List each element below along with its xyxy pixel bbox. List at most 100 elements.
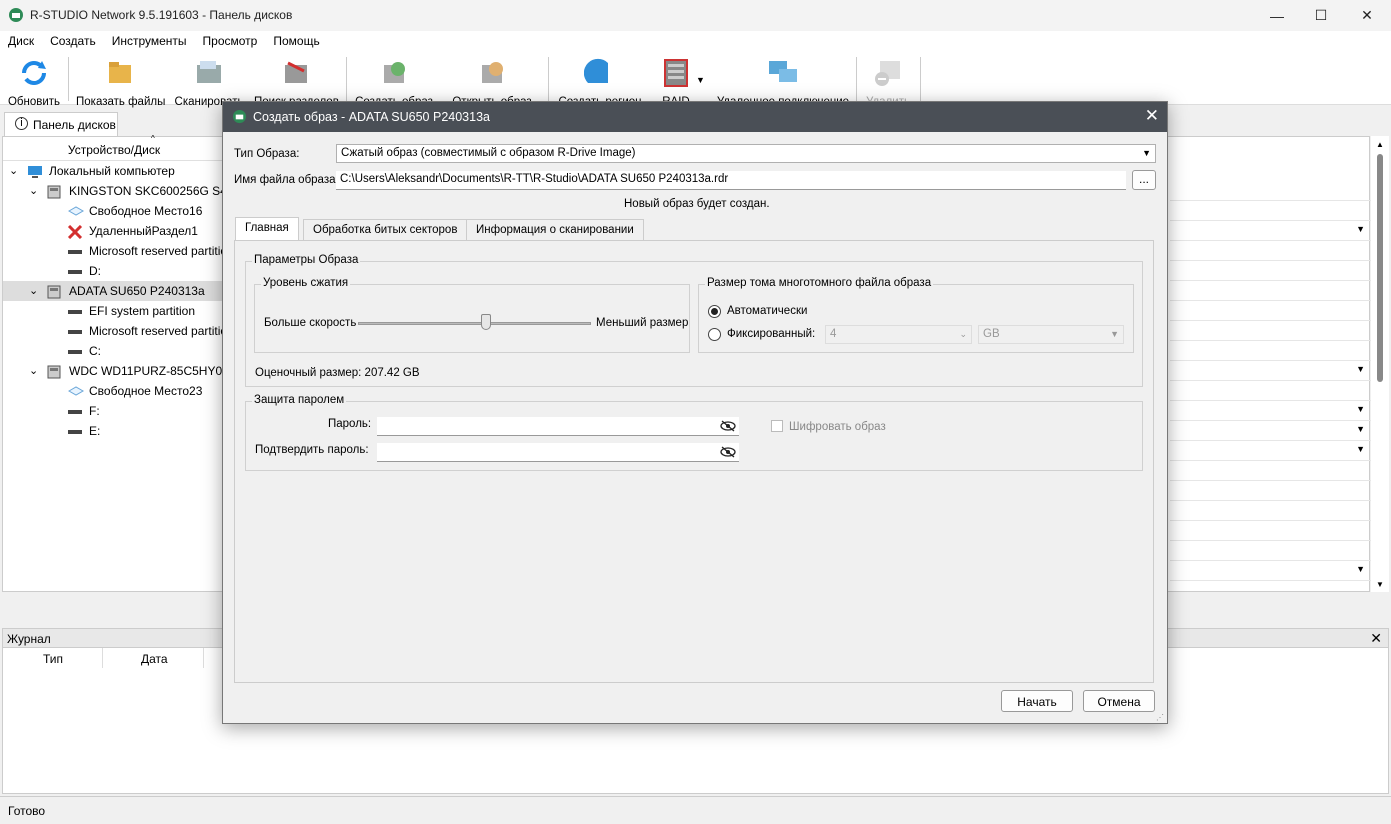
- menu-view[interactable]: Просмотр: [195, 31, 266, 53]
- column-header-device[interactable]: Устройство/Диск ^: [3, 134, 225, 161]
- open-image-button[interactable]: Открыть образ: [450, 57, 534, 108]
- tab-bad-sectors[interactable]: Обработка битых секторов: [303, 219, 468, 241]
- menu-create[interactable]: Создать: [42, 31, 104, 53]
- expand-chevron-icon[interactable]: ⌄: [9, 164, 18, 177]
- refresh-button[interactable]: Обновить: [6, 57, 62, 108]
- dialog-app-icon: [232, 109, 247, 124]
- toolbar-separator: [856, 57, 857, 101]
- dropdown-arrow-icon[interactable]: ▼: [1356, 424, 1365, 434]
- tree-item[interactable]: D:: [3, 261, 225, 281]
- confirm-password-input[interactable]: [377, 443, 739, 462]
- eye-hidden-icon[interactable]: [720, 420, 736, 432]
- grid-row: [1170, 281, 1371, 301]
- tree-item[interactable]: Свободное Место16: [3, 201, 225, 221]
- dropdown-arrow-icon[interactable]: ▼: [1356, 364, 1365, 374]
- start-button[interactable]: Начать: [1001, 690, 1073, 712]
- tree-item[interactable]: Свободное Место23: [3, 381, 225, 401]
- tree-item-label: Microsoft reserved partition: [89, 244, 225, 258]
- encrypt-checkbox[interactable]: [771, 420, 783, 432]
- tree-item-label: ADATA SU650 P240313a: [69, 284, 205, 298]
- delete-button[interactable]: Удалить: [862, 57, 914, 108]
- fixed-radio[interactable]: [708, 328, 721, 341]
- grid-row: [1170, 301, 1371, 321]
- tree-scrollbar[interactable]: ▲ ▼: [1371, 136, 1389, 592]
- raid-button[interactable]: RAID: [656, 57, 696, 108]
- toolbar-separator: [68, 57, 69, 101]
- volume-size-group: Размер тома многотомного файла образа Ав…: [698, 277, 1134, 353]
- compression-slider-thumb[interactable]: [481, 314, 492, 330]
- dropdown-arrow-icon[interactable]: ▼: [1356, 444, 1365, 454]
- expand-chevron-icon[interactable]: ⌄: [29, 184, 38, 197]
- fixed-size-input[interactable]: 4 ⌄: [825, 325, 972, 344]
- find-partitions-icon: [285, 61, 307, 83]
- partition-icon: [67, 405, 83, 419]
- tree-item[interactable]: E:: [3, 421, 225, 441]
- partition-icon: [67, 425, 83, 439]
- remote-connection-button[interactable]: Удаленное подключение: [716, 57, 850, 108]
- toolbar-separator: [346, 57, 347, 101]
- partition-icon: [67, 265, 83, 279]
- tree-item[interactable]: ⌄ KINGSTON SKC600256G S4500105: [3, 181, 225, 201]
- scroll-thumb[interactable]: [1377, 154, 1383, 382]
- journal-close-icon[interactable]: ✕: [1370, 630, 1382, 647]
- show-files-button[interactable]: Показать файлы: [76, 57, 165, 108]
- status-note: Новый образ будет создан.: [624, 198, 770, 210]
- grid-row: ▼: [1170, 221, 1371, 241]
- scan-button[interactable]: Сканировать: [174, 57, 244, 108]
- tree-item[interactable]: Microsoft reserved partition: [3, 241, 225, 261]
- smaller-label: Меньший размер: [596, 317, 689, 329]
- filename-input[interactable]: C:\Users\Aleksandr\Documents\R-TT\R-Stud…: [336, 171, 1126, 190]
- drive-icon: [47, 285, 61, 301]
- tree-item[interactable]: ⌄ WDC WD11PURZ-85C5HY0 80.00A80: [3, 361, 225, 381]
- maximize-button[interactable]: ☐: [1298, 0, 1344, 31]
- cancel-button[interactable]: Отмена: [1083, 690, 1155, 712]
- compression-slider-track[interactable]: [358, 322, 591, 325]
- password-input[interactable]: [377, 417, 739, 436]
- tree-item[interactable]: Microsoft reserved partition: [3, 321, 225, 341]
- menu-disk[interactable]: Диск: [0, 31, 42, 53]
- expand-chevron-icon[interactable]: ⌄: [29, 284, 38, 297]
- tree-item[interactable]: УдаленныйРаздел1: [3, 221, 225, 241]
- fixed-unit-select[interactable]: GB ▼: [978, 325, 1124, 344]
- scroll-up-icon[interactable]: ▲: [1376, 140, 1384, 149]
- browse-button[interactable]: ...: [1132, 170, 1156, 190]
- tab-disk-panel[interactable]: i Панель дисков: [4, 112, 118, 136]
- raid-dropdown-icon[interactable]: ▼: [696, 75, 705, 85]
- tab-scan-info[interactable]: Информация о сканировании: [466, 219, 644, 241]
- sort-arrow-icon: ^: [151, 134, 155, 143]
- close-button[interactable]: ✕: [1344, 0, 1390, 31]
- dialog-close-icon[interactable]: ✕: [1145, 106, 1159, 126]
- toolbar-separator: [548, 57, 549, 101]
- status-bar: Готово: [0, 796, 1391, 824]
- grid-row: [1170, 261, 1371, 281]
- grid-row: [1170, 381, 1371, 401]
- dropdown-arrow-icon[interactable]: ▼: [1356, 224, 1365, 234]
- free-space-icon: [67, 205, 85, 219]
- resize-grip-icon[interactable]: ⋰: [1156, 713, 1164, 722]
- tree-item[interactable]: EFI system partition: [3, 301, 225, 321]
- auto-radio[interactable]: [708, 305, 721, 318]
- column-header-type[interactable]: Тип: [43, 652, 63, 666]
- column-header-date[interactable]: Дата: [141, 652, 168, 666]
- scroll-down-icon[interactable]: ▼: [1376, 580, 1384, 589]
- eye-hidden-icon[interactable]: [720, 446, 736, 458]
- tab-disk-panel-label: Панель дисков: [33, 118, 116, 132]
- image-type-select[interactable]: Сжатый образ (совместимый с образом R-Dr…: [336, 144, 1156, 163]
- tree-item[interactable]: ⌄ ADATA SU650 P240313a: [3, 281, 225, 301]
- tab-main[interactable]: Главная: [235, 217, 299, 241]
- create-region-button[interactable]: Создать регион: [556, 57, 644, 108]
- expand-chevron-icon[interactable]: ⌄: [29, 364, 38, 377]
- region-icon: [583, 58, 608, 83]
- info-icon: i: [15, 117, 28, 130]
- menu-help[interactable]: Помощь: [265, 31, 327, 53]
- minimize-button[interactable]: —: [1254, 0, 1300, 31]
- dropdown-arrow-icon[interactable]: ▼: [1356, 404, 1365, 414]
- create-image-icon: [384, 62, 405, 83]
- find-partitions-button[interactable]: Поиск разделов: [254, 57, 339, 108]
- tree-item[interactable]: ⌄ Локальный компьютер: [3, 161, 225, 181]
- menu-tools[interactable]: Инструменты: [104, 31, 195, 53]
- tree-item[interactable]: F:: [3, 401, 225, 421]
- tree-item[interactable]: C:: [3, 341, 225, 361]
- create-image-button[interactable]: Создать образ: [354, 57, 434, 108]
- dropdown-arrow-icon[interactable]: ▼: [1356, 564, 1365, 574]
